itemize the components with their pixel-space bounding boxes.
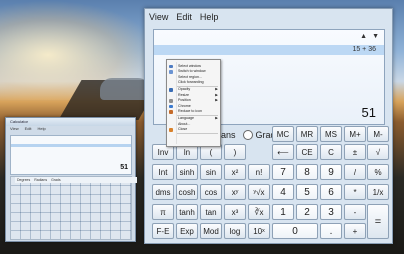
small-menu-help[interactable]: Help bbox=[38, 126, 46, 132]
key-n2[interactable]: 2 bbox=[296, 204, 318, 220]
menu-item-label: Click forwarding bbox=[178, 80, 204, 84]
key-rparen[interactable]: ) bbox=[224, 144, 246, 160]
key-back[interactable]: ⟵ bbox=[272, 144, 294, 160]
menu-item-label: Reduce to icon bbox=[178, 109, 202, 113]
small-history-bar bbox=[11, 144, 131, 147]
small-calculator-window[interactable]: Calculator View Edit Help 51 Degrees Rad… bbox=[5, 117, 137, 242]
key-tenx[interactable]: 10ˣ bbox=[248, 223, 270, 239]
key-cube[interactable]: x³ bbox=[224, 204, 246, 220]
key-fact[interactable]: n! bbox=[248, 164, 270, 180]
key-sinh[interactable]: sinh bbox=[176, 164, 198, 180]
key-plus[interactable]: + bbox=[344, 223, 366, 239]
small-menu-edit[interactable]: Edit bbox=[25, 126, 32, 132]
menu-view[interactable]: View bbox=[145, 12, 172, 22]
key-log[interactable]: log bbox=[224, 223, 246, 239]
small-menubar: View Edit Help bbox=[6, 126, 135, 132]
small-mode-radians[interactable]: Radians bbox=[34, 177, 47, 183]
history-highlight bbox=[154, 45, 384, 55]
menu-separator bbox=[177, 86, 218, 87]
key-mul[interactable]: * bbox=[344, 184, 366, 200]
reduce-icon bbox=[169, 110, 173, 114]
key-n8[interactable]: 8 bbox=[296, 164, 318, 180]
menu-item-reduce-to-icon[interactable]: Reduce to icon bbox=[167, 109, 220, 115]
key-pow[interactable]: xʸ bbox=[224, 184, 246, 200]
key-mminus[interactable]: M- bbox=[367, 126, 389, 142]
close-icon bbox=[169, 128, 173, 132]
key-tanh[interactable]: tanh bbox=[176, 204, 198, 220]
small-menu-view[interactable]: View bbox=[10, 126, 19, 132]
key-mplus[interactable]: M+ bbox=[344, 126, 366, 142]
key-n6[interactable]: 6 bbox=[320, 184, 342, 200]
key-ms[interactable]: MS bbox=[320, 126, 342, 142]
key-dms[interactable]: dms bbox=[152, 184, 174, 200]
key-n7[interactable]: 7 bbox=[272, 164, 294, 180]
grads-radio[interactable] bbox=[242, 130, 253, 140]
key-n0[interactable]: 0 bbox=[272, 223, 318, 239]
key-cbrt[interactable]: ∛x bbox=[248, 204, 270, 220]
key-pct[interactable]: % bbox=[367, 164, 389, 180]
chrome-icon bbox=[169, 104, 173, 108]
menu-help[interactable]: Help bbox=[196, 12, 223, 22]
key-mr[interactable]: MR bbox=[296, 126, 318, 142]
menubar: View Edit Help bbox=[145, 9, 392, 25]
key-sq[interactable]: x² bbox=[224, 164, 246, 180]
small-display: 51 bbox=[10, 135, 132, 175]
menu-separator bbox=[177, 115, 218, 116]
key-n5[interactable]: 5 bbox=[296, 184, 318, 200]
key-div[interactable]: / bbox=[344, 164, 366, 180]
menu-item-click-forwarding[interactable]: Click forwarding bbox=[167, 80, 220, 86]
mode-radians-label[interactable]: ans bbox=[221, 130, 236, 140]
small-mode-grads[interactable]: Grads bbox=[51, 177, 61, 183]
small-mode-degrees[interactable]: Degrees bbox=[17, 177, 30, 183]
history-expression: 15 + 36 bbox=[352, 46, 376, 53]
switch-icon bbox=[169, 70, 173, 74]
menu-item-close[interactable]: Close bbox=[167, 127, 220, 133]
key-int[interactable]: Int bbox=[152, 164, 174, 180]
key-pm[interactable]: ± bbox=[344, 144, 366, 160]
key-pi[interactable]: π bbox=[152, 204, 174, 220]
small-keypad[interactable]: Degrees Radians Grads bbox=[10, 176, 137, 240]
key-n1[interactable]: 1 bbox=[272, 204, 294, 220]
key-cos[interactable]: cos bbox=[200, 184, 222, 200]
key-recip[interactable]: 1/x bbox=[367, 184, 389, 200]
key-eq[interactable]: = bbox=[367, 204, 389, 239]
key-minus[interactable]: - bbox=[344, 204, 366, 220]
context-menu[interactable]: Select window Switch to window Select regi… bbox=[166, 59, 221, 147]
display-value: 51 bbox=[361, 105, 376, 120]
key-fe[interactable]: F-E bbox=[152, 223, 174, 239]
key-n4[interactable]: 4 bbox=[272, 184, 294, 200]
key-n9[interactable]: 9 bbox=[320, 164, 342, 180]
key-n3[interactable]: 3 bbox=[320, 204, 342, 220]
small-angle-modes: Degrees Radians Grads bbox=[15, 177, 137, 183]
history-up-icon[interactable]: ▲ bbox=[360, 33, 367, 40]
small-display-value: 51 bbox=[120, 164, 128, 171]
position-icon bbox=[169, 99, 173, 103]
key-tan[interactable]: tan bbox=[200, 204, 222, 220]
wallpaper-car bbox=[100, 78, 150, 100]
key-dot[interactable]: . bbox=[320, 223, 342, 239]
key-yroot[interactable]: ʸ√x bbox=[248, 184, 270, 200]
key-mod[interactable]: Mod bbox=[200, 223, 222, 239]
key-cosh[interactable]: cosh bbox=[176, 184, 198, 200]
key-sqrt[interactable]: √ bbox=[367, 144, 389, 160]
window-icon bbox=[169, 64, 173, 68]
menu-edit[interactable]: Edit bbox=[172, 12, 196, 22]
opacity-icon bbox=[169, 88, 173, 92]
small-window-title: Calculator bbox=[6, 118, 135, 126]
key-exp[interactable]: Exp bbox=[176, 223, 198, 239]
key-sin[interactable]: sin bbox=[200, 164, 222, 180]
menu-separator bbox=[177, 133, 218, 134]
menu-item-label: Close bbox=[178, 127, 188, 131]
key-ce[interactable]: CE bbox=[296, 144, 318, 160]
key-mc[interactable]: MC bbox=[272, 126, 294, 142]
history-down-icon[interactable]: ▼ bbox=[372, 33, 379, 40]
key-c[interactable]: C bbox=[320, 144, 342, 160]
